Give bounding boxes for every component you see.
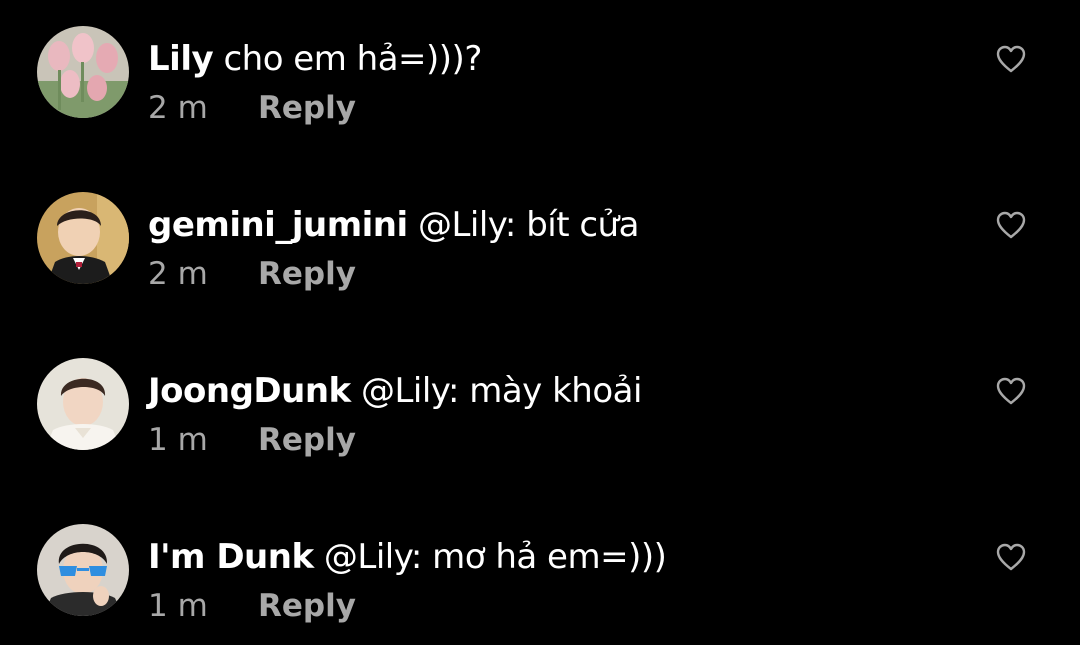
comment-body: Lily cho em hả=)))? xyxy=(148,38,482,80)
comment-meta: 1 m Reply xyxy=(148,586,356,626)
heart-outline-icon[interactable] xyxy=(996,211,1026,239)
username[interactable]: JoongDunk xyxy=(148,371,351,411)
timestamp: 2 m xyxy=(148,256,208,292)
comment-body: gemini_jumini @Lily: bít cửa xyxy=(148,204,639,246)
comment-text: @Lily: bít cửa xyxy=(417,205,640,245)
reply-button[interactable]: Reply xyxy=(258,254,356,294)
comment-meta: 2 m Reply xyxy=(148,254,356,294)
comment-text: @Lily: mày khoải xyxy=(360,371,642,411)
comment-text: @Lily: mơ hả em=))) xyxy=(323,537,667,577)
comment-item: JoongDunk @Lily: mày khoải 1 m Reply xyxy=(0,332,1080,462)
comment-meta: 2 m Reply xyxy=(148,88,356,128)
comment-item: Lily cho em hả=)))? 2 m Reply xyxy=(0,0,1080,130)
avatar[interactable] xyxy=(37,524,129,616)
username[interactable]: I'm Dunk xyxy=(148,537,314,577)
heart-outline-icon[interactable] xyxy=(996,543,1026,571)
timestamp: 2 m xyxy=(148,90,208,126)
avatar[interactable] xyxy=(37,192,129,284)
timestamp: 1 m xyxy=(148,422,208,458)
heart-outline-icon[interactable] xyxy=(996,377,1026,405)
comment-meta: 1 m Reply xyxy=(148,420,356,460)
heart-outline-icon[interactable] xyxy=(996,45,1026,73)
reply-button[interactable]: Reply xyxy=(258,420,356,460)
username[interactable]: gemini_jumini xyxy=(148,205,408,245)
timestamp: 1 m xyxy=(148,588,208,624)
comment-item: I'm Dunk @Lily: mơ hả em=))) 1 m Reply xyxy=(0,498,1080,628)
username[interactable]: Lily xyxy=(148,39,214,79)
reply-button[interactable]: Reply xyxy=(258,88,356,128)
comment-text: cho em hả=)))? xyxy=(223,39,482,79)
avatar[interactable] xyxy=(37,358,129,450)
comment-body: JoongDunk @Lily: mày khoải xyxy=(148,370,642,412)
comment-item: gemini_jumini @Lily: bít cửa 2 m Reply xyxy=(0,166,1080,296)
reply-button[interactable]: Reply xyxy=(258,586,356,626)
avatar[interactable] xyxy=(37,26,129,118)
comment-body: I'm Dunk @Lily: mơ hả em=))) xyxy=(148,536,667,578)
